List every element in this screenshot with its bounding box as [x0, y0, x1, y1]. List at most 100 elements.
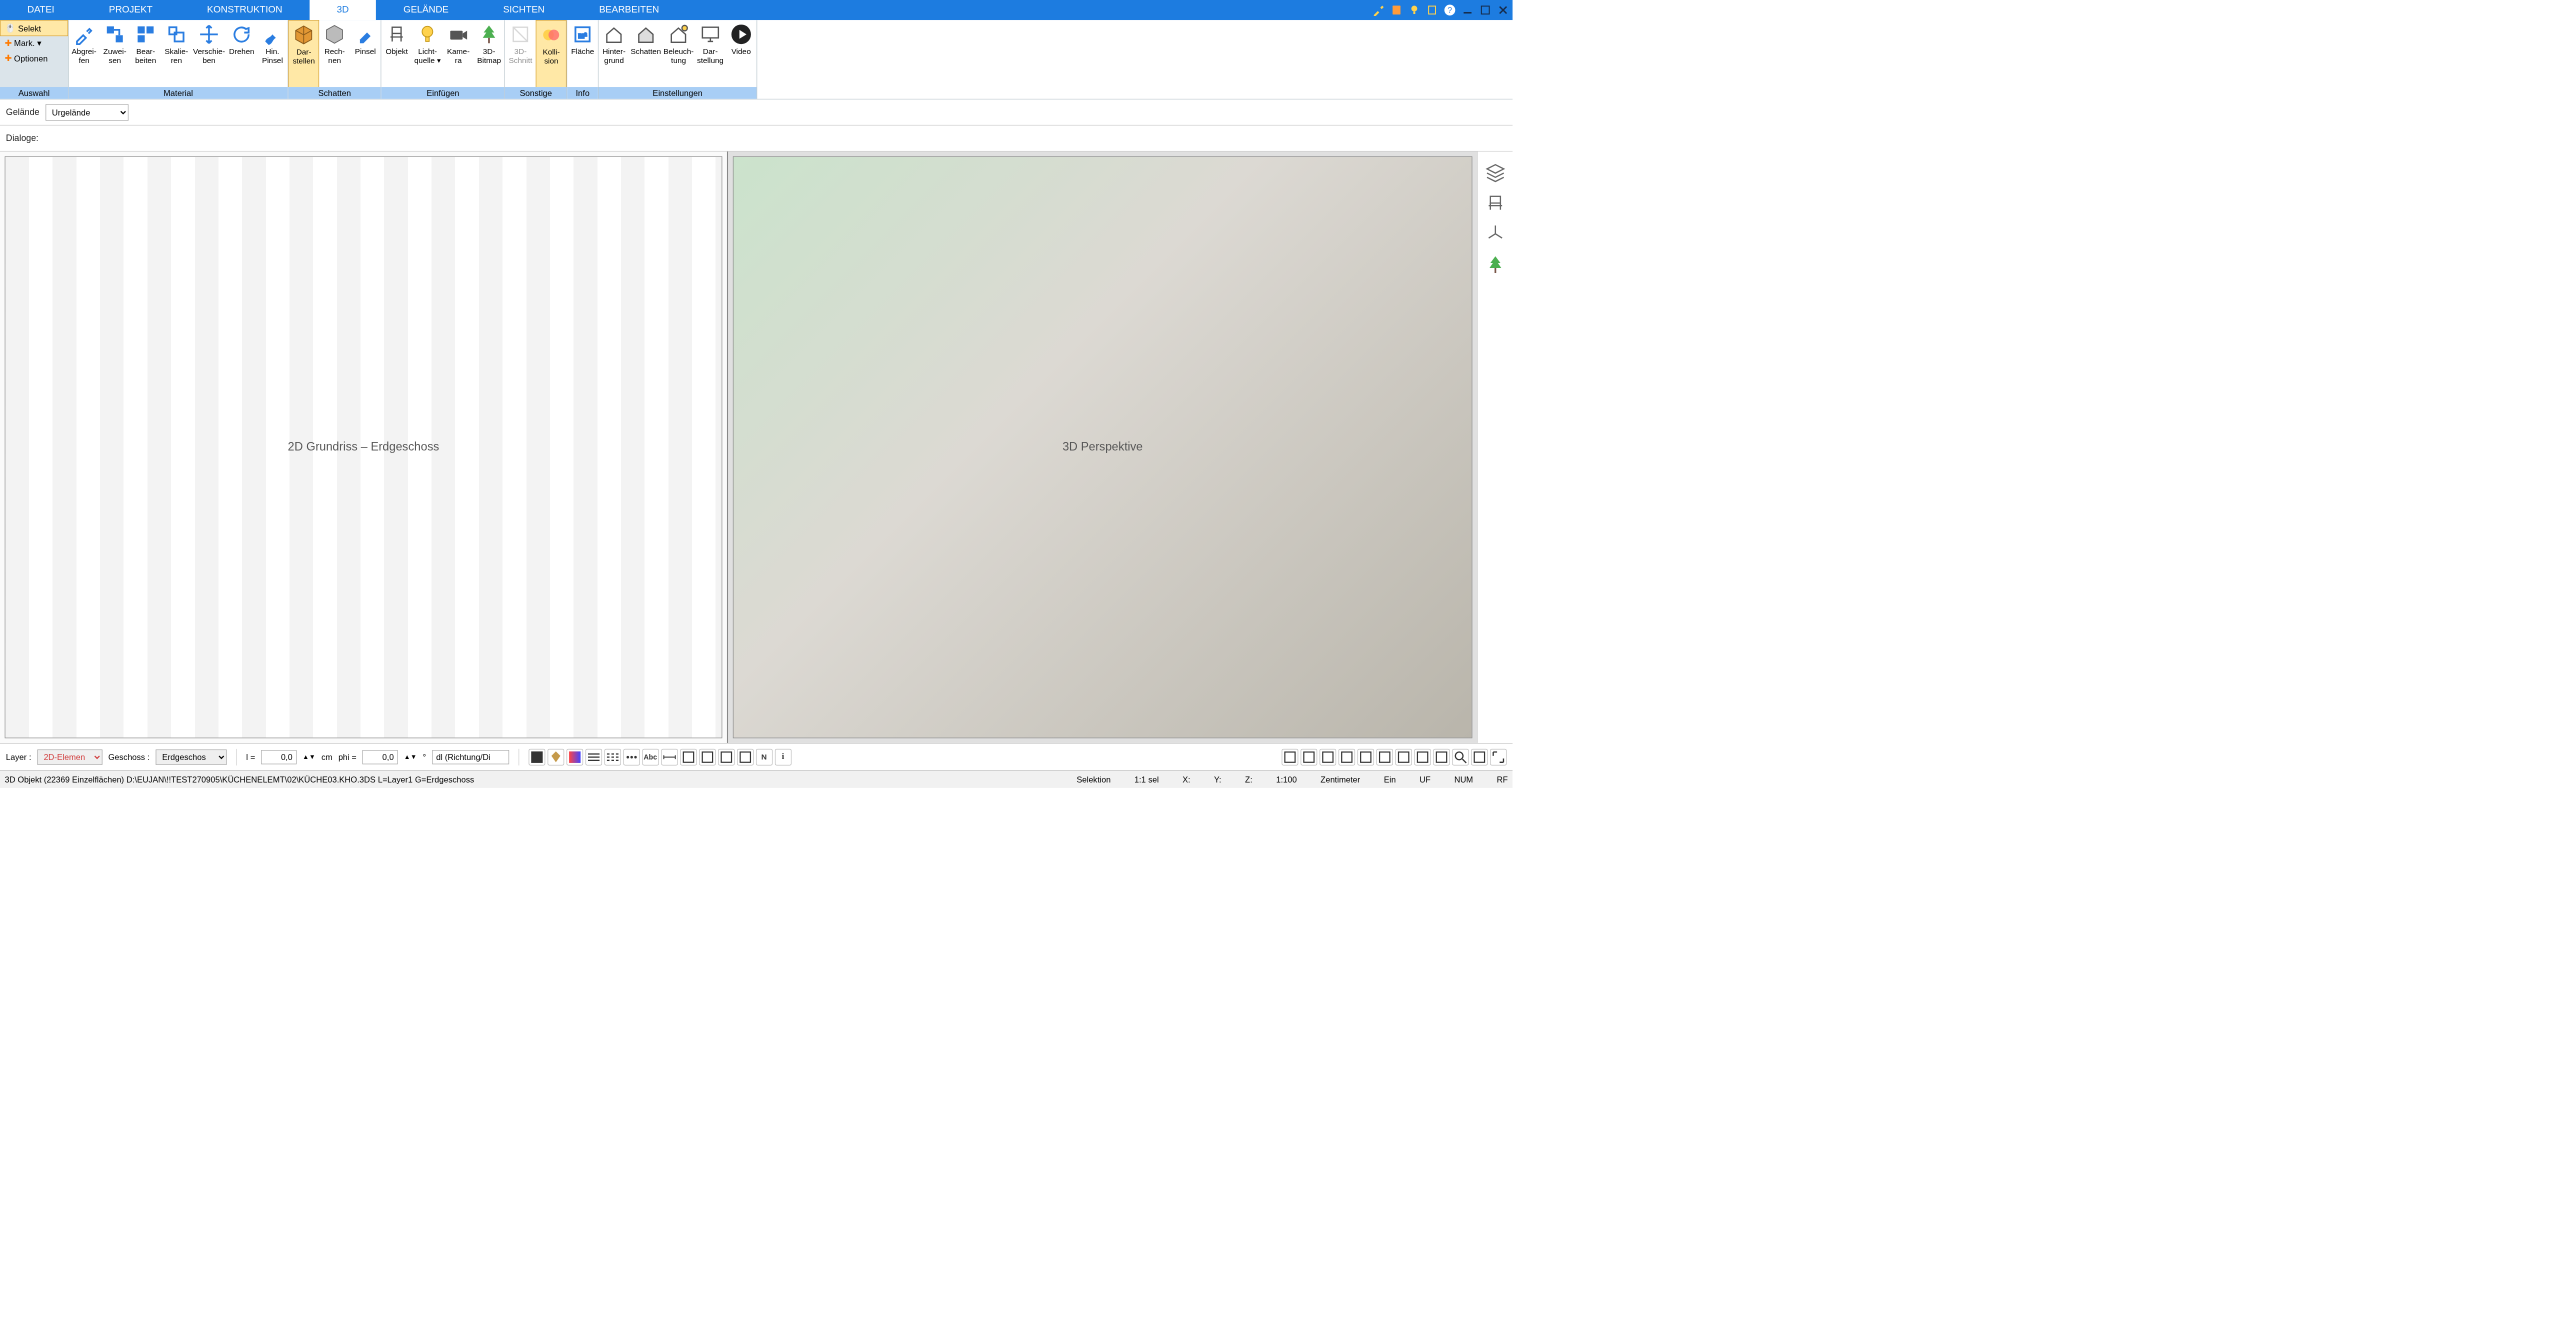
cube-icon — [293, 24, 314, 45]
ribbon-rotate-button[interactable]: Drehen — [226, 20, 257, 87]
ribbon-tree-button[interactable]: 3D-Bitmap — [474, 20, 505, 87]
status-z: Z: — [1245, 775, 1252, 784]
floor-select[interactable]: Erdgeschos — [156, 749, 227, 764]
ribbon-screen-button[interactable]: Dar-stellung — [695, 20, 726, 87]
ribbon-house-shadow-button[interactable]: Schatten — [629, 20, 662, 87]
abc-icon[interactable]: Abc — [642, 749, 659, 766]
ribbon-btn-label: Verschie-ben — [193, 47, 225, 65]
n-icon[interactable]: N — [756, 749, 773, 766]
rect3-icon[interactable] — [718, 749, 735, 766]
tree-side-icon[interactable] — [1485, 255, 1505, 275]
mark-label: Mark. ▾ — [14, 38, 41, 48]
help-icon[interactable]: ? — [1444, 4, 1456, 16]
vp-multi-icon[interactable] — [1320, 749, 1337, 766]
l-label: l = — [246, 752, 255, 761]
bucket-icon[interactable] — [547, 749, 564, 766]
ribbon-scale-button[interactable]: Skalie-ren — [161, 20, 192, 87]
book-icon[interactable] — [1391, 4, 1403, 16]
ribbon-brush2-button[interactable]: Pinsel — [350, 20, 381, 87]
options-label: Optionen — [14, 54, 48, 63]
dots-icon[interactable] — [623, 749, 640, 766]
tab-bearbeiten[interactable]: BEARBEITEN — [572, 0, 686, 20]
ribbon-btn-label: Zuwei-sen — [103, 47, 126, 65]
axes-icon[interactable] — [1485, 224, 1505, 244]
select-tool[interactable]: 🖱️ Selekt — [0, 20, 68, 36]
phi-input[interactable] — [362, 750, 398, 764]
extent-icon[interactable] — [1395, 749, 1412, 766]
vp-split-icon[interactable] — [1282, 749, 1299, 766]
ribbon-cube-button[interactable]: Dar-stellen — [288, 20, 319, 87]
rect2-icon[interactable] — [699, 749, 716, 766]
options-tool[interactable]: ✚ Optionen — [0, 51, 68, 66]
zoom-icon[interactable] — [1414, 749, 1431, 766]
viewport-2d[interactable]: 2D Grundriss – Erdgeschoss — [0, 152, 728, 743]
ribbon-area-button[interactable]: m²Fläche — [567, 20, 598, 87]
ribbon-chair-button[interactable]: Objekt — [381, 20, 412, 87]
layer-select[interactable]: 2D-Elemen — [37, 749, 102, 764]
ribbon-camera-button[interactable]: Kame-ra — [443, 20, 474, 87]
layers-icon[interactable] — [1485, 162, 1505, 182]
grad-icon[interactable] — [566, 749, 583, 766]
house-bg-icon — [603, 24, 624, 45]
ribbon-edit-button[interactable]: Bear-beiten — [130, 20, 161, 87]
bulb-icon — [417, 24, 438, 45]
tab-3d[interactable]: 3D — [310, 0, 377, 20]
ribbon-group-label: Sonstige — [505, 87, 567, 99]
lamp-icon[interactable] — [1408, 4, 1420, 16]
maximize-icon[interactable] — [1479, 4, 1491, 16]
chair-side-icon[interactable] — [1485, 193, 1505, 213]
ribbon-bulb-button[interactable]: Licht-quelle ▾ — [412, 20, 443, 87]
ribbon-play-button[interactable]: Video — [726, 20, 757, 87]
ribbon-btn-label: Objekt — [386, 47, 408, 56]
target-icon[interactable] — [1471, 749, 1488, 766]
snap-icon[interactable] — [1357, 749, 1374, 766]
ribbon-brush-button[interactable]: Hin.Pinsel — [257, 20, 288, 87]
tab-konstruktion[interactable]: KONSTRUKTION — [180, 0, 310, 20]
wrench-icon[interactable] — [1373, 4, 1385, 16]
terrain-select[interactable]: Urgelände — [45, 104, 128, 121]
hatch-icon[interactable] — [737, 749, 754, 766]
mark-tool[interactable]: ✚ Mark. ▾ — [0, 36, 68, 51]
house-light-icon — [668, 24, 689, 45]
status-unit: Zentimeter — [1321, 775, 1361, 784]
ribbon-btn-label: Kame-ra — [447, 47, 470, 65]
dash-icon[interactable] — [604, 749, 621, 766]
ribbon-cube-calc-button[interactable]: Rech-nen — [319, 20, 350, 87]
dim-icon[interactable] — [661, 749, 678, 766]
ribbon-eyedropper-button[interactable]: Abgrei-fen — [69, 20, 100, 87]
fill-icon[interactable] — [528, 749, 545, 766]
tab-gelaende[interactable]: GELÄNDE — [376, 0, 476, 20]
edit-icon — [135, 24, 156, 45]
vp-single-icon[interactable] — [1301, 749, 1318, 766]
ribbon-move-button[interactable]: Verschie-ben — [192, 20, 226, 87]
tab-sichten[interactable]: SICHTEN — [476, 0, 572, 20]
ribbon: 🖱️ Selekt ✚ Mark. ▾ ✚ Optionen Auswahl A… — [0, 20, 1513, 99]
l-input[interactable] — [261, 750, 297, 764]
dl-input[interactable] — [432, 750, 509, 764]
expand-icon[interactable] — [1490, 749, 1507, 766]
ribbon-assign-button[interactable]: Zuwei-sen — [99, 20, 130, 87]
fit-icon[interactable] — [1433, 749, 1450, 766]
grid-icon[interactable] — [1339, 749, 1356, 766]
ribbon-group-einstellungen: Hinter-grundSchattenBeleuch-tungDar-stel… — [599, 20, 757, 99]
ribbon-collision-button[interactable]: Kolli-sion — [536, 20, 567, 87]
info-icon[interactable]: i — [775, 749, 792, 766]
tab-datei[interactable]: DATEI — [0, 0, 82, 20]
lines-icon[interactable] — [585, 749, 602, 766]
ribbon-house-bg-button[interactable]: Hinter-grund — [599, 20, 630, 87]
ribbon-btn-label: Kolli-sion — [543, 48, 560, 66]
ribbon-house-light-button[interactable]: Beleuch-tung — [662, 20, 695, 87]
tab-projekt[interactable]: PROJEKT — [82, 0, 180, 20]
deg-label: ° — [423, 752, 426, 761]
ribbon-btn-label: 3D-Bitmap — [477, 47, 501, 65]
ortho-icon[interactable] — [1376, 749, 1393, 766]
rect1-icon[interactable] — [680, 749, 697, 766]
clip-icon[interactable] — [1426, 4, 1438, 16]
ribbon-group-label: Info — [567, 87, 598, 99]
close-icon[interactable] — [1497, 4, 1509, 16]
ribbon-btn-label: Dar-stellung — [697, 47, 724, 65]
minimize-icon[interactable] — [1462, 4, 1474, 16]
section-icon — [510, 24, 531, 45]
viewport-3d[interactable]: 3D Perspektive — [728, 152, 1477, 743]
mag-icon[interactable] — [1452, 749, 1469, 766]
